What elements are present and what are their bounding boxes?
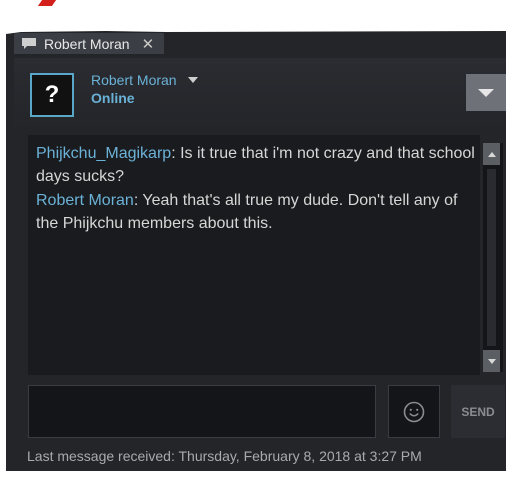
- chat-message: Phijkchu_Magikarp: Is it true that i'm n…: [36, 142, 476, 188]
- avatar[interactable]: ?: [30, 73, 74, 117]
- scroll-up-button[interactable]: [483, 143, 500, 165]
- dropdown-arrow-icon: [478, 88, 494, 97]
- emoji-button[interactable]: [388, 385, 440, 438]
- scroll-down-button[interactable]: [483, 350, 500, 372]
- message-input[interactable]: [28, 385, 376, 438]
- tab-chat[interactable]: Robert Moran ✕: [14, 33, 164, 54]
- friend-name[interactable]: Robert Moran: [91, 72, 177, 88]
- chat-menu-button[interactable]: [466, 74, 506, 111]
- arrow-up-icon: [487, 151, 496, 157]
- message-sender[interactable]: Phijkchu_Magikarp: [36, 145, 171, 162]
- arrow-down-icon: [487, 358, 496, 364]
- send-button[interactable]: SEND: [451, 385, 505, 438]
- chat-message: Robert Moran: Yeah that's all true my du…: [36, 189, 476, 235]
- scroll-track[interactable]: [487, 169, 496, 346]
- tab-title: Robert Moran: [44, 35, 130, 52]
- chevron-down-icon[interactable]: [188, 77, 198, 83]
- corner-decoration: [37, 0, 57, 6]
- chat-bubble-icon: [18, 37, 40, 50]
- smiley-icon: [403, 401, 425, 422]
- message-sender[interactable]: Robert Moran: [36, 192, 134, 209]
- friend-header: [14, 58, 506, 130]
- close-icon[interactable]: ✕: [142, 35, 155, 53]
- friend-status: Online: [91, 90, 135, 106]
- message-scrollbar[interactable]: [483, 143, 503, 372]
- last-message-timestamp: Last message received: Thursday, Februar…: [27, 448, 422, 464]
